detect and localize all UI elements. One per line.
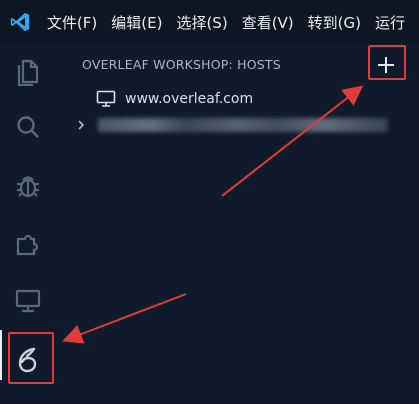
menu-bar: 文件(F) 编辑(E) 选择(S) 查看(V) 转到(G) 运行: [0, 0, 419, 44]
debug-icon[interactable]: [0, 161, 56, 211]
menu-file[interactable]: 文件(F): [47, 12, 97, 33]
collapsed-project-item[interactable]: [74, 114, 394, 136]
menu-go[interactable]: 转到(G): [308, 12, 361, 33]
highlight-add-button: [368, 45, 406, 80]
remote-explorer-icon[interactable]: [0, 276, 56, 326]
redacted-text: [98, 118, 388, 132]
highlight-overleaf-icon: [8, 332, 54, 384]
menu-edit[interactable]: 编辑(E): [111, 12, 162, 33]
overleaf-hosts-panel: OVERLEAF WORKSHOP: HOSTS www.overleaf.co…: [56, 44, 419, 404]
menu-view[interactable]: 查看(V): [242, 12, 294, 33]
host-item[interactable]: www.overleaf.com: [96, 88, 253, 110]
menu-selection[interactable]: 选择(S): [176, 12, 227, 33]
menu-run[interactable]: 运行: [375, 12, 405, 33]
panel-title: OVERLEAF WORKSHOP: HOSTS: [82, 57, 281, 72]
chevron-right-icon: [78, 120, 85, 130]
host-label: www.overleaf.com: [125, 91, 254, 107]
vscode-logo-icon: [0, 0, 41, 44]
search-icon[interactable]: [0, 103, 56, 153]
extensions-icon[interactable]: [0, 219, 56, 269]
monitor-icon: [96, 90, 116, 107]
explorer-icon[interactable]: [0, 46, 56, 96]
